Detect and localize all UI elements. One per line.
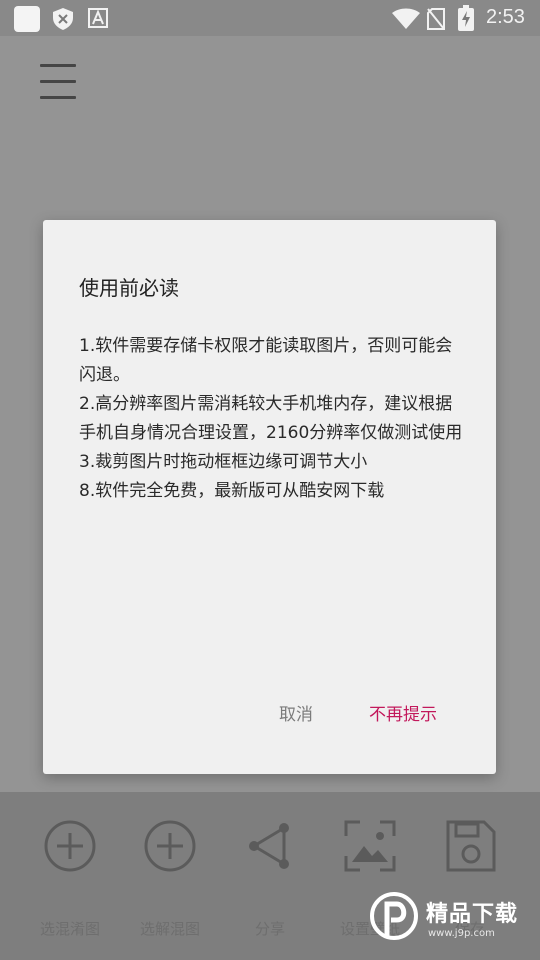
watermark-logo-icon (370, 892, 418, 940)
dialog-line: 1.软件需要存储卡权限才能读取图片，否则可能会闪退。 (79, 336, 453, 385)
dialog-message: 1.软件需要存储卡权限才能读取图片，否则可能会闪退。 2.高分辨率图片需消耗较大… (79, 332, 469, 506)
dialog-title: 使用前必读 (79, 276, 179, 300)
status-time: 2:53 (486, 6, 525, 28)
watermark: 精品下载 www.j9p.com (370, 886, 540, 960)
watermark-url: www.j9p.com (428, 928, 495, 939)
status-icons: 2:53 (0, 0, 540, 36)
a-notification-icon (88, 8, 108, 28)
dialog-line: 2.高分辨率图片需消耗较大手机堆内存，建议根据手机自身情况合理设置，2160分辨… (79, 394, 463, 443)
must-read-dialog: 使用前必读 1.软件需要存储卡权限才能读取图片，否则可能会闪退。 2.高分辨率图… (43, 220, 496, 774)
no-sim-icon (427, 8, 445, 30)
dialog-line: 8.软件完全免费，最新版可从酷安网下载 (79, 481, 385, 501)
battery-charging-icon (458, 5, 474, 31)
dialog-line: 3.裁剪图片时拖动框框边缘可调节大小 (79, 452, 368, 472)
dont-show-again-button[interactable]: 不再提示 (369, 700, 437, 725)
watermark-text: 精品下载 (426, 902, 519, 927)
wifi-icon (392, 8, 420, 29)
shield-icon (53, 8, 73, 30)
app-square-icon (14, 6, 40, 32)
cancel-button[interactable]: 取消 (279, 700, 313, 725)
